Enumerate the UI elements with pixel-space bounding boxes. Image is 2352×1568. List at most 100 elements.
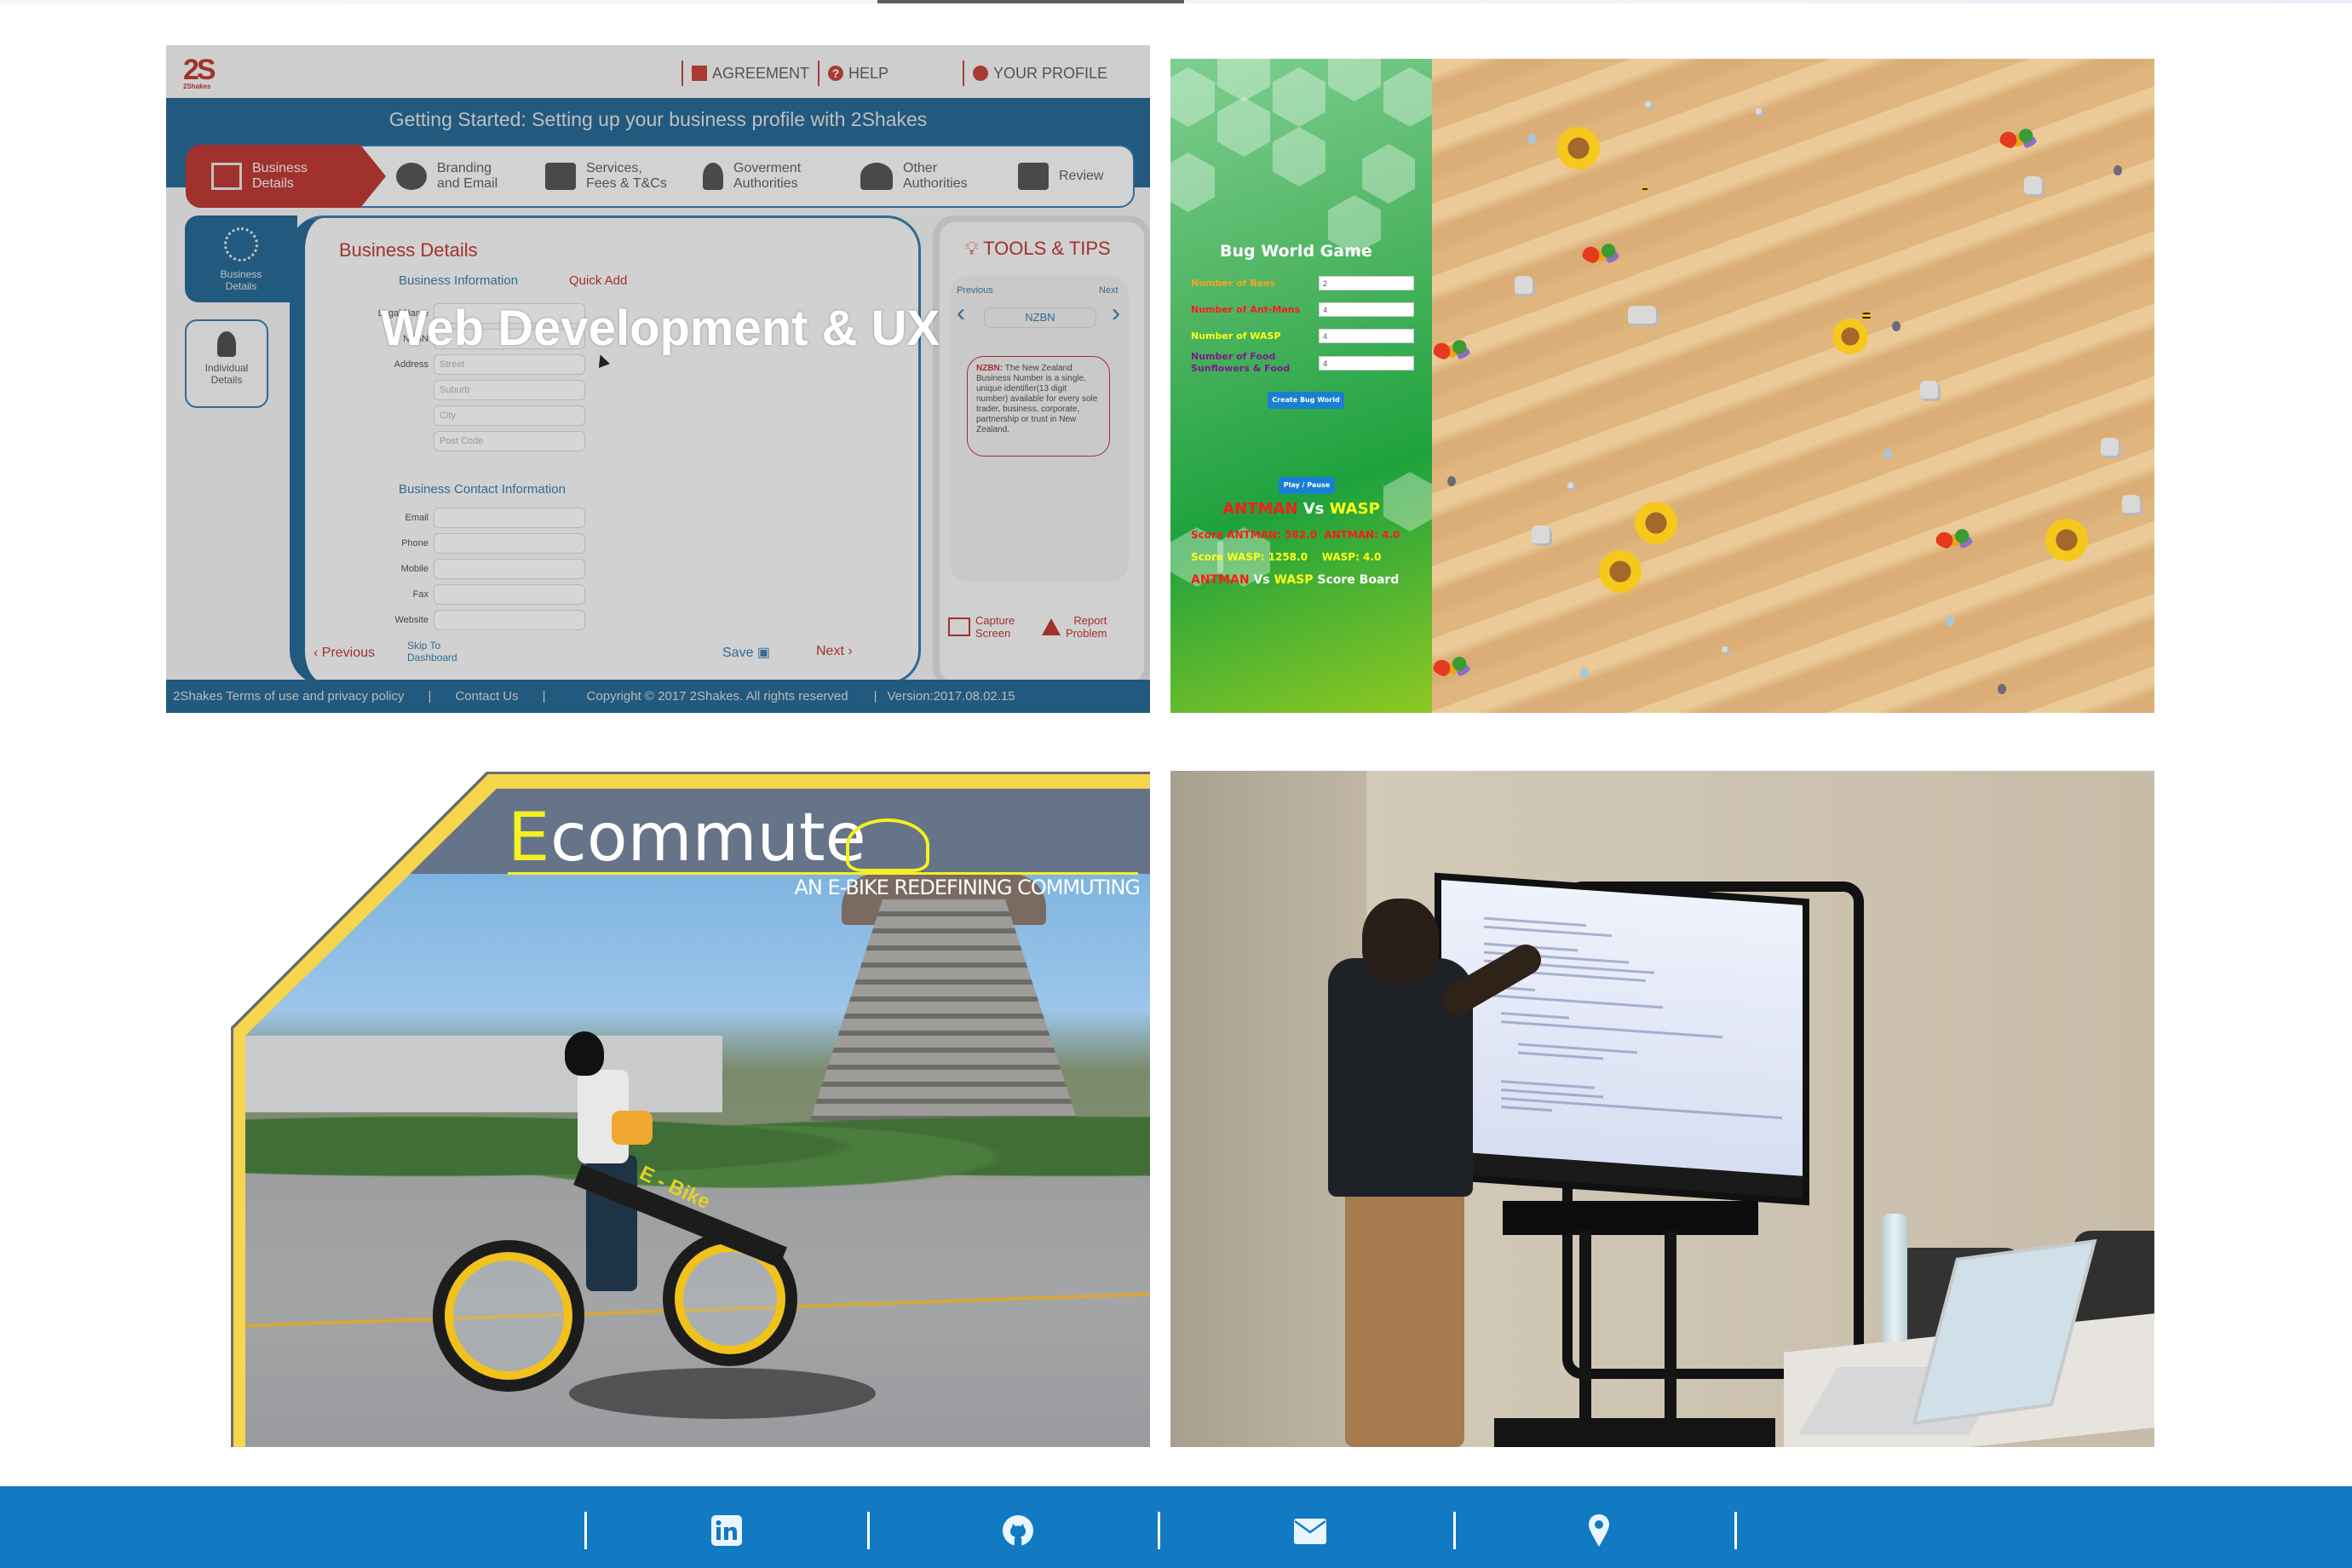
antmans-input[interactable]: 4 — [1319, 302, 1414, 317]
hexagon-decoration — [1170, 67, 1215, 127]
stand-pole — [1665, 1231, 1676, 1435]
linkedin-icon — [711, 1515, 742, 1546]
food-icon — [1998, 127, 2038, 149]
bee-icon — [1642, 187, 1648, 192]
sunflower-icon — [1832, 319, 1868, 354]
game-control-panel: Bug World Game Number of Bees 2 Number of… — [1170, 59, 1432, 713]
github-link[interactable] — [1002, 1514, 1034, 1547]
footer-divider — [1734, 1512, 1737, 1549]
wasp-icon — [1580, 668, 1589, 678]
code-line — [1501, 1012, 1569, 1019]
code-line — [1484, 925, 1612, 938]
food-icon — [1935, 527, 1974, 549]
bike-shadow — [569, 1368, 876, 1419]
front-wheel — [433, 1240, 584, 1392]
linkedin-link[interactable] — [710, 1514, 743, 1547]
rock-icon — [1567, 482, 1576, 491]
hexagon-decoration — [1217, 97, 1270, 157]
wasp-icon — [1883, 449, 1892, 459]
bicycle-icon — [846, 818, 929, 872]
food-input[interactable]: 4 — [1319, 355, 1414, 370]
site-footer — [0, 1486, 2352, 1568]
card-hover-overlay — [166, 45, 1150, 713]
previous-section-edge — [877, 0, 1184, 3]
rock-icon — [1756, 108, 1764, 117]
wasp-icon — [1946, 616, 1954, 626]
wasp-input[interactable]: 4 — [1319, 329, 1414, 343]
field-label: Number of Food Sunflowers & Food — [1191, 351, 1291, 374]
play-pause-button[interactable]: Play / Pause — [1279, 477, 1335, 494]
hexagon-decoration — [1217, 59, 1270, 101]
stand-pole — [1579, 1231, 1591, 1435]
code-line — [1518, 1051, 1603, 1060]
hexagon-decoration — [1383, 67, 1432, 127]
sunflower-icon — [1635, 502, 1677, 544]
antman-icon — [2113, 165, 2122, 175]
antman-icon — [1447, 476, 1456, 486]
code-line — [1501, 1080, 1595, 1089]
hexagon-decoration — [1273, 127, 1326, 187]
antman-score: Score ANTMAN: 582.0 ANTMAN: 4.0 — [1191, 529, 1400, 541]
email-link[interactable] — [1294, 1514, 1326, 1547]
sunflower-icon — [1599, 550, 1642, 593]
rock-icon — [2122, 495, 2142, 515]
project-card-web-development[interactable]: 2S 2Shakes AGREEMENT ? HELP YOUR PROFILE G… — [166, 45, 1150, 713]
presenter-head — [1362, 899, 1439, 984]
game-title: Bug World Game — [1220, 242, 1372, 261]
rock-icon — [1920, 381, 1941, 401]
code-editor-screen — [1441, 880, 1803, 1176]
rock-icon — [1628, 306, 1659, 326]
footer-divider — [1158, 1512, 1160, 1549]
rider-head — [565, 1031, 604, 1076]
footer-divider — [584, 1512, 587, 1549]
card-title: Web Development & UX — [380, 301, 940, 356]
hexagon-decoration — [1328, 59, 1381, 101]
code-line — [1484, 916, 1586, 928]
github-icon — [1003, 1515, 1033, 1546]
bees-field: Number of Bees 2 — [1191, 276, 1414, 290]
food-field: Number of Food Sunflowers & Food 4 — [1191, 351, 1414, 375]
food-icon — [1432, 655, 1471, 677]
location-pin-icon — [1589, 1514, 1609, 1547]
code-line — [1501, 1088, 1603, 1099]
sunflower-icon — [1557, 127, 1600, 169]
wasp-score: Score WASP: 1258.0 WASP: 4.0 — [1191, 551, 1382, 563]
interactive-display — [1435, 872, 1809, 1206]
antmans-field: Number of Ant-Mans 4 — [1191, 302, 1414, 317]
presenter-legs — [1345, 1188, 1464, 1447]
title-rest: commute — [550, 800, 866, 876]
stand-base — [1494, 1418, 1775, 1447]
create-bug-world-button[interactable]: Create Bug World — [1268, 392, 1344, 409]
code-line — [1501, 1106, 1552, 1112]
wasp-icon — [1527, 134, 1536, 144]
footer-divider — [1453, 1512, 1456, 1549]
hexagon-decoration — [1273, 67, 1326, 127]
project-card-presentation-photo[interactable] — [1170, 771, 2154, 1447]
rock-icon — [2024, 176, 2044, 197]
trees — [245, 1095, 1150, 1198]
shoulder-bag — [612, 1111, 653, 1145]
antman-icon — [1998, 684, 2006, 694]
field-label: Number of Ant-Mans — [1191, 303, 1301, 315]
location-link[interactable] — [1583, 1514, 1615, 1547]
footer-divider — [867, 1512, 870, 1549]
email-icon — [1294, 1519, 1326, 1544]
project-card-bug-world-game[interactable]: Bug World Game Number of Bees 2 Number of… — [1170, 59, 2154, 713]
title-initial: E — [508, 800, 550, 876]
bees-input[interactable]: 2 — [1319, 276, 1414, 290]
field-label: Number of WASP — [1191, 330, 1281, 342]
game-world-canvas[interactable] — [1432, 59, 2154, 713]
field-label: Number of Bees — [1191, 277, 1276, 289]
rock-icon — [1722, 646, 1730, 655]
rock-icon — [1515, 276, 1535, 296]
food-icon — [1432, 338, 1471, 360]
project-card-ecommute[interactable]: E - Bike E commute AN E-BIKE REDEFINING … — [231, 772, 1150, 1447]
rock-icon — [2101, 438, 2121, 458]
bee-icon — [1862, 311, 1871, 321]
scoreboard-heading: ANTMAN Vs WASP Score Board — [1191, 573, 1400, 587]
title-underline — [508, 872, 1138, 875]
sunflower-icon — [2045, 519, 2088, 561]
water-bottle — [1882, 1214, 1907, 1341]
soundbar — [1503, 1201, 1758, 1235]
food-icon — [1581, 242, 1620, 264]
